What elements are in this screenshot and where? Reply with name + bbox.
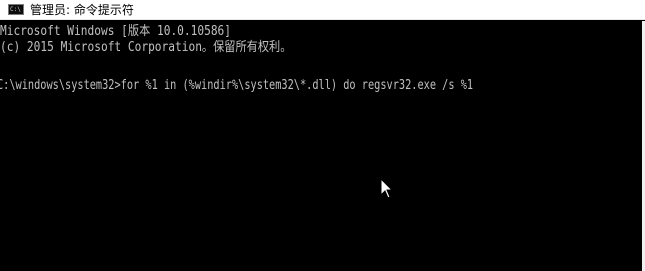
cmd-window: C:\ 管理员: 命令提示符 Microsoft Windows [版本 10.… <box>0 0 645 271</box>
title-bar[interactable]: C:\ 管理员: 命令提示符 <box>0 0 645 20</box>
cmd-console-icon[interactable]: C:\ <box>8 4 24 15</box>
cmd-icon-glyph: C:\ <box>10 5 21 13</box>
console-line-command: C:\windows\system32>for %1 in (%windir%\… <box>0 78 474 93</box>
console-line-copyright: (c) 2015 Microsoft Corporation。保留所有权利。 <box>0 40 292 55</box>
console-output-area[interactable]: Microsoft Windows [版本 10.0.10586] (c) 20… <box>0 24 640 271</box>
console-line-version: Microsoft Windows [版本 10.0.10586] <box>0 24 232 39</box>
window-title: 管理员: 命令提示符 <box>30 2 134 17</box>
mouse-cursor-icon <box>380 178 393 199</box>
